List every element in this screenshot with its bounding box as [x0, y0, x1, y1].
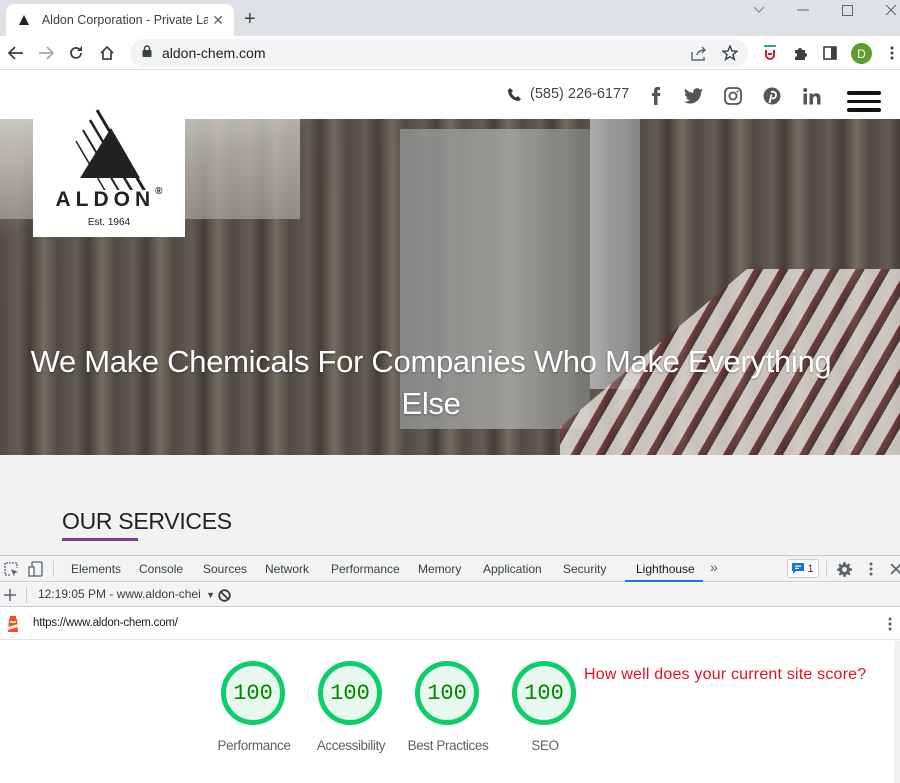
- new-report-plus-icon[interactable]: [2, 587, 18, 603]
- home-icon[interactable]: [96, 42, 118, 64]
- score-value: 100: [427, 680, 467, 706]
- issues-badge[interactable]: 1: [787, 559, 819, 578]
- issues-message-icon: [792, 563, 805, 574]
- lighthouse-toolbar: 12:19:05 PM - www.aldon-chei ▼: [0, 583, 900, 607]
- logo-established: Est. 1964: [87, 217, 131, 228]
- report-selector[interactable]: 12:19:05 PM - www.aldon-chei ▼: [38, 587, 215, 601]
- score-circle[interactable]: 100: [512, 661, 576, 725]
- lighthouse-scores: 100 Performance 100 Accessibility 100 Be…: [0, 641, 900, 783]
- lighthouse-logo-icon: [5, 616, 21, 632]
- devtools-tab-lighthouse[interactable]: Lighthouse: [636, 562, 695, 576]
- registered-mark: ®: [155, 186, 163, 197]
- facebook-icon[interactable]: [645, 85, 667, 107]
- inspect-element-icon[interactable]: [3, 561, 19, 577]
- lock-icon[interactable]: [142, 44, 152, 62]
- active-tab-indicator: [625, 580, 703, 582]
- profile-avatar[interactable]: D: [851, 43, 872, 64]
- tab-close-icon[interactable]: ✕: [212, 12, 224, 29]
- window-close-icon[interactable]: [876, 0, 900, 20]
- chrome-menu-kebab-icon[interactable]: [882, 43, 900, 63]
- phone-number[interactable]: (585) 226-6177: [530, 86, 629, 102]
- issues-count: 1: [807, 562, 814, 575]
- devtools-panel: Elements Console Sources Network Perform…: [0, 555, 900, 783]
- hero-title: We Make Chemicals For Companies Who Make…: [30, 344, 832, 421]
- instagram-icon[interactable]: [722, 85, 744, 107]
- device-toolbar-icon[interactable]: [27, 561, 43, 577]
- back-arrow-icon[interactable]: [5, 42, 27, 64]
- score-circle[interactable]: 100: [415, 661, 479, 725]
- maximize-icon[interactable]: [832, 0, 862, 20]
- score-value: 100: [330, 680, 370, 706]
- address-bar[interactable]: aldon-chem.com: [130, 39, 748, 67]
- devtools-tab-elements[interactable]: Elements: [71, 562, 121, 576]
- twitter-icon[interactable]: [682, 85, 704, 107]
- aldon-logo[interactable]: ALDON® Est. 1964: [33, 109, 185, 237]
- aldon-triangle-logo-icon: [75, 109, 146, 190]
- logo-wordmark-text: ALDON: [55, 188, 156, 211]
- tab-title: Aldon Corporation - Private Label: [41, 13, 209, 27]
- devtools-tab-network[interactable]: Network: [265, 562, 309, 576]
- extension-shield-icon[interactable]: [760, 43, 780, 63]
- linkedin-icon[interactable]: [801, 85, 823, 107]
- devtools-separator: [53, 561, 54, 577]
- new-tab-plus-icon[interactable]: +: [244, 8, 256, 31]
- reload-icon[interactable]: [65, 42, 87, 64]
- score-circle[interactable]: 100: [318, 661, 382, 725]
- devtools-close-icon[interactable]: [888, 561, 900, 577]
- devtools-tab-application[interactable]: Application: [483, 562, 542, 576]
- services-heading-underline: [62, 538, 138, 541]
- side-panel-icon[interactable]: [820, 43, 840, 63]
- score-value: 100: [524, 680, 564, 706]
- minimize-icon[interactable]: [788, 0, 818, 20]
- score-label: Accessibility: [316, 738, 386, 753]
- devtools-tab-bar: Elements Console Sources Network Perform…: [0, 556, 900, 582]
- pinterest-icon[interactable]: [761, 85, 783, 107]
- promo-question: How well does your current site score?: [584, 666, 867, 683]
- url-text[interactable]: aldon-chem.com: [162, 45, 266, 61]
- clear-reports-block-icon[interactable]: [216, 587, 232, 603]
- tab-search-chevron-icon[interactable]: [744, 0, 774, 20]
- devtools-tab-performance[interactable]: Performance: [331, 562, 400, 576]
- devtools-tab-security[interactable]: Security: [563, 562, 606, 576]
- browser-toolbar: aldon-chem.com D: [0, 36, 900, 70]
- browser-tab[interactable]: Aldon Corporation - Private Label ✕: [6, 4, 234, 36]
- phone-link[interactable]: (585) 226-6177: [507, 86, 629, 102]
- aldon-favicon-icon: [16, 12, 32, 28]
- logo-wordmark: ALDON®: [33, 186, 185, 212]
- score-value: 100: [233, 680, 273, 706]
- devtools-tab-memory[interactable]: Memory: [418, 562, 461, 576]
- report-selector-label: 12:19:05 PM - www.aldon-chei: [38, 587, 201, 601]
- browser-tab-strip: Aldon Corporation - Private Label ✕ +: [0, 0, 900, 36]
- hamburger-menu-icon[interactable]: [847, 91, 881, 113]
- devtools-separator: [26, 587, 27, 603]
- devtools-separator: [826, 561, 827, 577]
- forward-arrow-icon[interactable]: [35, 42, 57, 64]
- devtools-tab-sources[interactable]: Sources: [203, 562, 247, 576]
- report-kebab-menu-icon[interactable]: [882, 616, 898, 632]
- devtools-kebab-menu-icon[interactable]: [863, 561, 879, 577]
- share-icon[interactable]: [690, 45, 708, 61]
- score-label: SEO: [531, 738, 559, 753]
- score-label: Best Practices: [407, 738, 489, 753]
- web-page: (585) 226-6177 We Make Chemicals For Com…: [0, 71, 900, 555]
- devtools-scrollbar[interactable]: [894, 641, 900, 783]
- puzzle-extensions-icon[interactable]: [790, 43, 810, 63]
- bookmark-star-icon[interactable]: [721, 45, 739, 61]
- score-circle[interactable]: 100: [221, 661, 285, 725]
- more-tabs-chevron-icon[interactable]: »: [710, 559, 718, 575]
- phone-icon: [507, 87, 522, 102]
- settings-gear-icon[interactable]: [836, 561, 852, 577]
- report-url[interactable]: https://www.aldon-chem.com/: [33, 617, 178, 629]
- devtools-tab-console[interactable]: Console: [139, 562, 183, 576]
- lighthouse-report-url-bar: https://www.aldon-chem.com/: [0, 608, 900, 640]
- dropdown-triangle-icon: ▼: [206, 590, 216, 600]
- services-heading: OUR SERVICES: [62, 508, 232, 534]
